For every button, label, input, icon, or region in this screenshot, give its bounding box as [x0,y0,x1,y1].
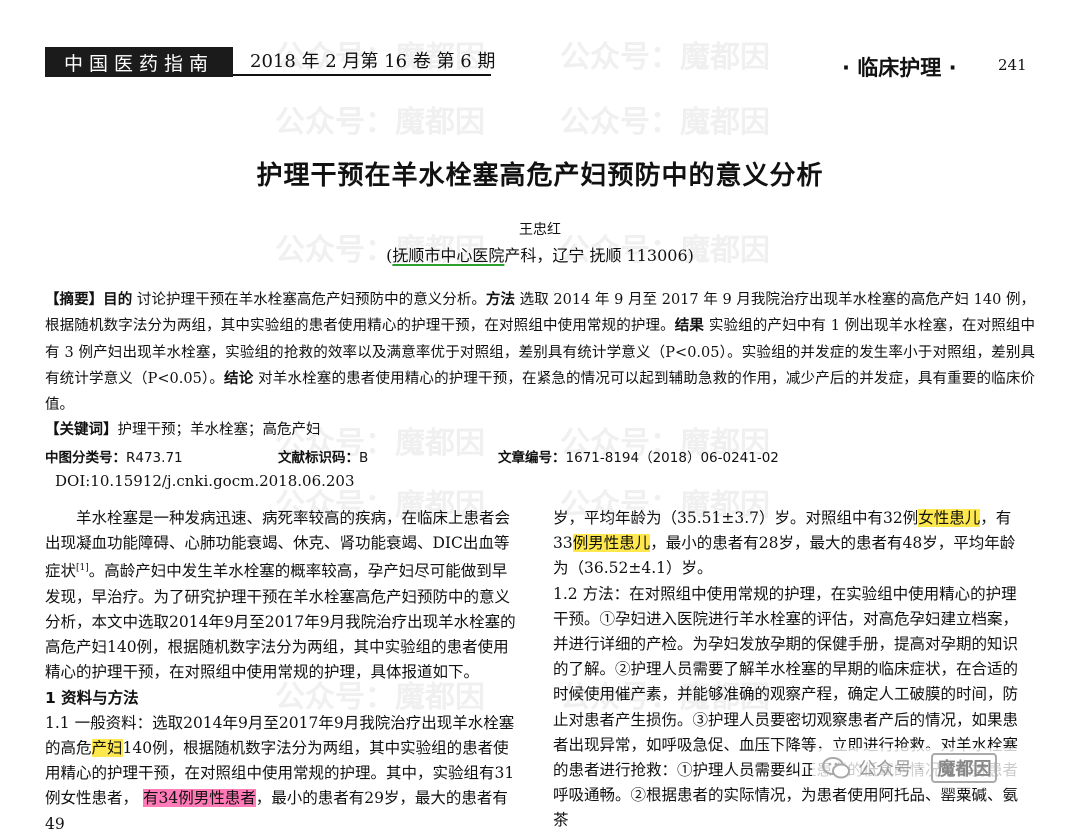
document-page: 公众号：魔都因 公众号：魔都因 公众号：魔都因 公众号：魔都因 公众号：魔都因 … [0,0,1080,833]
journal-name: 中国医药指南 [45,47,233,77]
document-code: 文献标识码：B [278,446,368,466]
intro-text-b: 。高龄产妇中发生羊水栓塞的概率较高，孕产妇尽可能做到早发现，早治疗。为了研究护理… [45,562,516,682]
wechat-icon [822,757,850,779]
keywords-text: 护理干预；羊水栓塞；高危产妇 [117,422,321,438]
highlight-female-underline: 女性患者， [60,789,139,808]
intro-paragraph: 羊水栓塞是一种发病迅速、病死率较高的疾病，在临床上患者会出现凝血功能障碍、心肺功… [45,506,520,686]
article-number-label: 文章编号： [498,450,566,466]
affiliation: (抚顺市中心医院产科，辽宁 抚顺 113006) [0,242,1080,266]
document-code-value: B [359,450,369,466]
keywords: 【关键词】护理干预；羊水栓塞；高危产妇 [45,418,321,439]
abstract-objective-label: 目的 [103,292,133,308]
affiliation-rest: 产科，辽宁 抚顺 113006) [504,246,694,265]
abstract-results-label: 结果 [674,318,705,335]
article-title: 护理干预在羊水栓塞高危产妇预防中的意义分析 [256,161,824,191]
doi-link[interactable]: DOI:10.15912/j.cnki.gocm.2018.06.203 [55,472,355,490]
control-group-paragraph: 岁，平均年龄为（35.51±3.7）岁。对照组中有32例女性患儿，有33例男性患… [553,506,1025,582]
citation-ref[interactable]: [1] [76,563,89,573]
affiliation-hospital: 抚顺市中心医院 [392,246,505,265]
header-rule [233,74,491,76]
general-data-paragraph: 1.1 一般资料：选取2014年9月至2017年9月我院治疗出现羊水栓塞的高危产… [45,711,520,837]
author: 王忠红 [519,222,561,238]
highlight-yellow: 女性患儿 [918,509,981,527]
control-text-a: 岁，平均年龄为（35.51±3.7）岁。对照组中有32例 [553,509,919,527]
abstract-conclusion-label: 结论 [224,370,254,387]
watermark-badge: 公众号 · 魔都因 [812,748,1058,788]
clc-label: 中图分类号： [45,450,126,466]
article-number: 文章编号：1671-8194（2018）06-0241-02 [498,446,779,466]
section-name: · 临床护理 · [842,56,957,80]
highlight-yellow: 产妇 [91,738,123,757]
highlight-pink: 有34例男性患者 [142,789,256,808]
watermark-badge-brand: 魔都因 [931,753,998,783]
abstract-objective: 讨论护理干预在羊水栓塞高危产妇预防中的意义分析。 [132,292,486,308]
abstract: 【摘要】目的 讨论护理干预在羊水栓塞高危产妇预防中的意义分析。方法 选取 201… [45,287,1035,418]
document-code-label: 文献标识码： [278,450,359,466]
abstract-methods-label: 方法 [485,292,515,308]
body-left-column: 羊水栓塞是一种发病迅速、病死率较高的疾病，在临床上患者会出现凝血功能障碍、心肺功… [45,506,520,837]
watermark: 公众号：魔都因 [560,105,770,140]
section-heading: 1 资料与方法 [45,688,139,707]
abstract-label: 【摘要】 [45,292,104,308]
page-number: 241 [998,56,1027,74]
highlight-yellow: 例男性患儿 [572,534,651,553]
watermark-badge-text: 公众号 · [858,759,924,780]
keywords-label: 【关键词】 [45,422,118,438]
article-number-value: 1671-8194（2018）06-0241-02 [565,450,779,466]
watermark: 公众号：魔都因 [275,105,485,140]
methods-paragraph: 1.2 方法：在对照组中使用常规的护理，在实验组中使用精心的护理干预。①孕妇进入… [553,584,1019,830]
issue-info: 2018 年 2 月第 16 卷 第 6 期 [250,51,496,72]
watermark: 公众号：魔都因 [560,40,770,75]
clc-number: 中图分类号：R473.71 [45,446,183,466]
clc-value: R473.71 [126,450,183,466]
